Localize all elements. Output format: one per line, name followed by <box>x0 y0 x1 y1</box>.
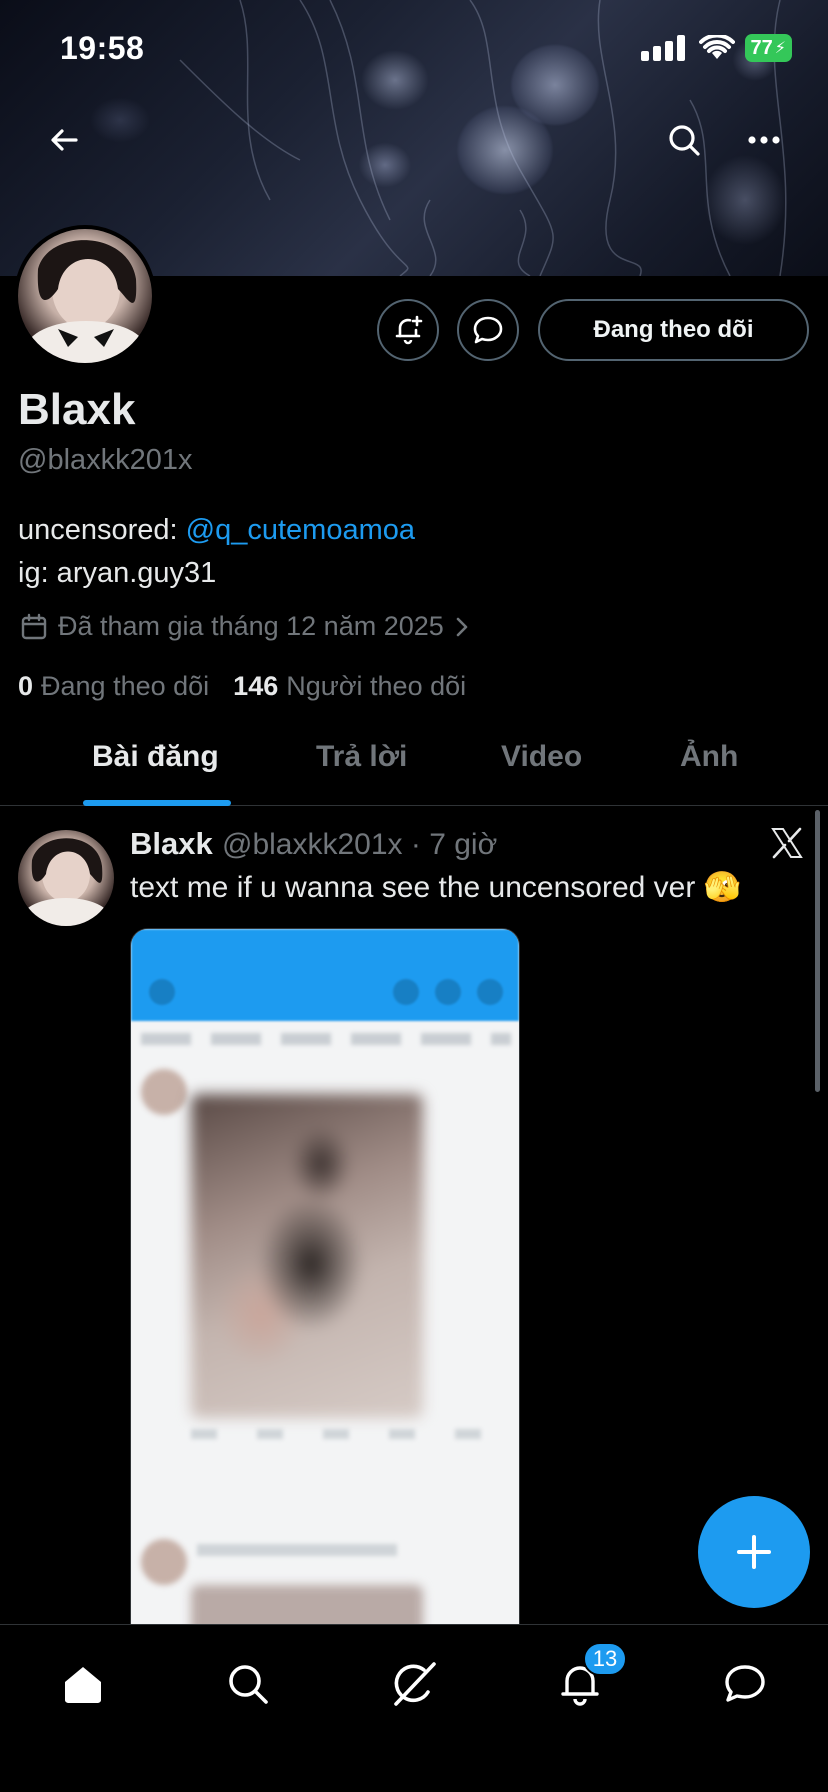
bottom-navigation <box>0 1624 828 1792</box>
status-time: 19:58 <box>60 30 145 66</box>
media-blurred-photo <box>191 1585 423 1627</box>
more-options-button[interactable] <box>736 112 792 168</box>
cellular-signal-icon <box>640 35 685 61</box>
media-blurred-tabs <box>141 1033 511 1045</box>
battery-indicator: 77 ⚡ <box>744 34 792 62</box>
media-blurred-photo <box>191 1094 423 1418</box>
active-tab-indicator <box>83 800 231 806</box>
joined-date: Đã tham gia tháng 12 năm 2025 <box>58 611 444 641</box>
notification-badge: 13 <box>583 1642 627 1676</box>
media-blurred-dot <box>149 979 175 1005</box>
message-button[interactable] <box>457 299 519 361</box>
media-blurred-text <box>197 1544 397 1556</box>
followers-stat[interactable]: 146 Người theo dõi <box>233 671 466 702</box>
media-blurred-dot <box>477 979 503 1005</box>
bio-line-2: ig: aryan.guy31 <box>18 557 217 589</box>
profile-avatar[interactable] <box>14 225 156 367</box>
media-blurred-avatar <box>141 1539 187 1585</box>
calendar-icon <box>21 613 47 639</box>
post-text: text me if u wanna see the uncensored ve… <box>130 871 742 904</box>
status-icons: 77 ⚡ <box>640 34 792 62</box>
tab-photos[interactable]: Ảnh <box>680 740 738 774</box>
avatar-photo <box>26 240 146 363</box>
bio-line-1: uncensored: @q_cutemoamoa <box>18 514 416 546</box>
tab-replies[interactable]: Trả lời <box>316 740 407 774</box>
follow-stats: 0 Đang theo dõi 146 Người theo dõi <box>18 671 480 702</box>
profile-handle: @blaxkk201x <box>18 444 193 476</box>
home-icon <box>65 1667 101 1703</box>
grok-icon <box>394 1662 436 1706</box>
more-dots-icon <box>748 136 780 144</box>
x-logo-icon <box>771 827 803 859</box>
notify-subscribe-button[interactable] <box>377 299 439 361</box>
nav-messages[interactable] <box>710 1649 780 1719</box>
media-blurred-actions <box>191 1429 491 1439</box>
media-blurred-header <box>131 929 519 1021</box>
nav-search[interactable] <box>213 1649 283 1719</box>
charging-icon: ⚡ <box>774 40 786 57</box>
post-media-image[interactable] <box>130 928 520 1628</box>
wifi-icon <box>698 35 735 59</box>
nav-home[interactable] <box>48 1649 118 1719</box>
bio-mention-link[interactable]: @q_cutemoamoa <box>186 514 415 546</box>
media-blurred-dot <box>393 979 419 1005</box>
post-source-x-icon <box>770 826 804 865</box>
search-icon <box>669 125 700 156</box>
avatar-photo <box>22 838 110 926</box>
arrow-left-icon <box>51 129 78 151</box>
status-bar: 19:58 77 ⚡ <box>0 0 828 100</box>
compose-post-button[interactable] <box>698 1496 810 1608</box>
following-stat[interactable]: 0 Đang theo dõi <box>18 671 209 702</box>
back-button[interactable] <box>36 112 92 168</box>
post-author-handle-time: @blaxkk201x · 7 giờ <box>222 828 498 861</box>
profile-name: Blaxk <box>18 385 136 434</box>
bell-plus-icon <box>395 315 423 345</box>
profile-tabs: Bài đăng Trả lời Video Ảnh <box>0 720 828 806</box>
search-icon <box>229 1665 268 1704</box>
joined-date-row[interactable]: Đã tham gia tháng 12 năm 2025 <box>20 611 470 642</box>
nav-grok[interactable] <box>379 1649 449 1719</box>
plus-icon <box>737 1535 771 1569</box>
media-blurred-avatar <box>141 1069 187 1115</box>
search-profile-button[interactable] <box>656 112 712 168</box>
tab-posts[interactable]: Bài đăng <box>92 740 219 774</box>
post-author-name[interactable]: Blaxk <box>130 826 213 862</box>
chevron-right-icon <box>456 617 468 636</box>
messages-icon <box>725 1665 765 1702</box>
chat-bubble-icon <box>473 316 503 344</box>
following-button[interactable]: Đang theo dõi <box>538 299 809 361</box>
post-avatar[interactable] <box>18 830 114 926</box>
tab-video[interactable]: Video <box>501 740 582 774</box>
scrollbar[interactable] <box>815 810 820 1092</box>
media-blurred-dot <box>435 979 461 1005</box>
